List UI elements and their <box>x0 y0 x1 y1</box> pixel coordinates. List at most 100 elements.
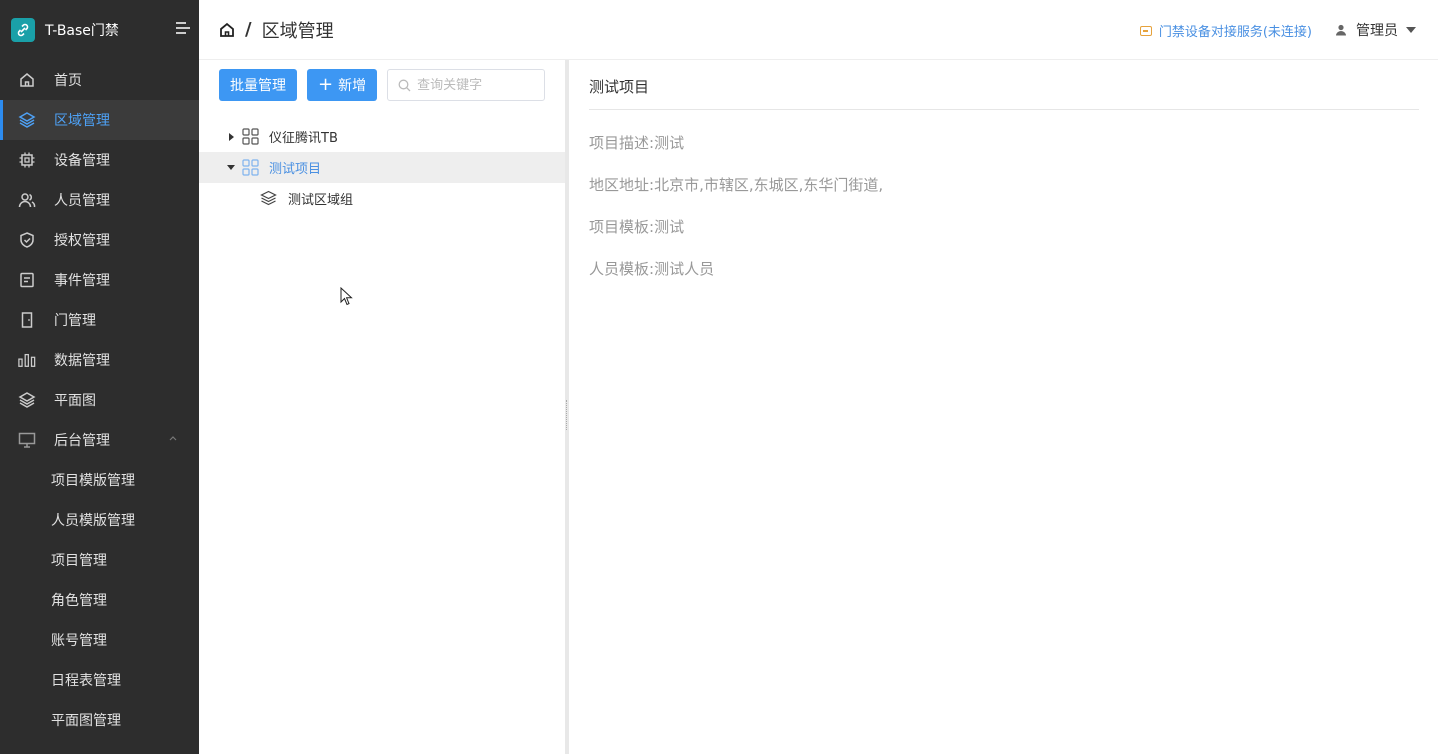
sidebar-item-label: 门管理 <box>54 313 96 329</box>
brand: T-Base门禁 <box>0 0 199 60</box>
sidebar-submenu-backend: 项目模版管理 人员模版管理 项目管理 角色管理 账号管理 日程表管理 平面图管理 <box>0 460 199 740</box>
sidebar-item-area[interactable]: 区域管理 <box>0 100 199 140</box>
top-header: / 区域管理 门禁设备对接服务(未连接) 管理员 <box>199 0 1438 60</box>
sidebar-item-schedules[interactable]: 日程表管理 <box>0 660 199 700</box>
tree-node-label: 测试区域组 <box>288 193 354 208</box>
detail-row-address: 地区地址:北京市,市辖区,东城区,东华门街道, <box>589 174 883 195</box>
sidebar-item-roles[interactable]: 角色管理 <box>0 580 199 620</box>
search-input[interactable] <box>417 77 538 93</box>
area-tree: 仪征腾讯TB 测试项目 测试区域组 <box>199 121 565 214</box>
sidebar-item-accounts[interactable]: 账号管理 <box>0 620 199 660</box>
monitor-icon <box>18 431 36 449</box>
batch-manage-label: 批量管理 <box>230 78 286 94</box>
sidebar-item-label: 角色管理 <box>51 593 107 609</box>
sidebar-item-projects[interactable]: 项目管理 <box>0 540 199 580</box>
sidebar-item-authorization[interactable]: 授权管理 <box>0 220 199 260</box>
detail-label: 项目描述: <box>589 134 655 152</box>
sidebar-menu: 首页 区域管理 设备管理 人员管理 授权管理 事件管理 门管理 数据管理 平面图… <box>0 60 199 460</box>
breadcrumb-separator: / <box>245 19 252 40</box>
detail-value: 测试 <box>654 218 685 236</box>
area-tree-panel: 批量管理 + 新增 仪征腾讯TB 测试项目 测试区域组 <box>199 60 565 754</box>
service-status-link[interactable]: 门禁设备对接服务(未连接) <box>1139 21 1312 40</box>
shield-icon <box>18 231 36 249</box>
sidebar-item-personnel-templates[interactable]: 人员模版管理 <box>0 500 199 540</box>
tree-node-selected[interactable]: 测试项目 <box>199 152 565 183</box>
sidebar-item-backend[interactable]: 后台管理 <box>0 420 199 460</box>
sidebar-item-device[interactable]: 设备管理 <box>0 140 199 180</box>
sidebar-item-label: 人员模版管理 <box>51 513 135 529</box>
tree-node[interactable]: 仪征腾讯TB <box>199 121 565 152</box>
sidebar-item-doors[interactable]: 门管理 <box>0 300 199 340</box>
sidebar-item-label: 日程表管理 <box>51 673 121 689</box>
card-icon <box>1139 25 1152 36</box>
sidebar-item-floorplan-management[interactable]: 平面图管理 <box>0 700 199 740</box>
sidebar-item-label: 人员管理 <box>54 193 110 209</box>
caret-down-icon <box>1406 27 1416 33</box>
sidebar-item-label: 平面图 <box>54 393 96 409</box>
caret-down-icon[interactable] <box>227 165 235 170</box>
search-box <box>387 69 546 101</box>
caret-right-icon[interactable] <box>229 132 234 141</box>
sidebar-item-label: 设备管理 <box>54 153 110 169</box>
sidebar-item-personnel[interactable]: 人员管理 <box>0 180 199 220</box>
bar-chart-icon <box>18 351 36 369</box>
detail-value: 北京市,市辖区,东城区,东华门街道, <box>654 176 884 194</box>
logo-icon <box>11 18 35 42</box>
detail-row-project-template: 项目模板:测试 <box>589 216 684 237</box>
page-title: 区域管理 <box>261 20 334 42</box>
tree-node-label: 测试项目 <box>269 162 322 177</box>
tree-toolbar: 批量管理 + 新增 <box>219 69 546 101</box>
plus-icon: + <box>318 74 334 95</box>
sidebar-item-events[interactable]: 事件管理 <box>0 260 199 300</box>
sidebar-item-project-templates[interactable]: 项目模版管理 <box>0 460 199 500</box>
door-icon <box>18 311 36 329</box>
grid-icon <box>242 159 259 176</box>
sidebar-item-home[interactable]: 首页 <box>0 60 199 100</box>
detail-panel: 测试项目 项目描述:测试 地区地址:北京市,市辖区,东城区,东华门街道, 项目模… <box>569 60 1438 754</box>
sidebar-item-floorplan[interactable]: 平面图 <box>0 380 199 420</box>
user-name: 管理员 <box>1356 23 1398 39</box>
app-title: T-Base门禁 <box>45 23 119 39</box>
breadcrumb: / 区域管理 <box>199 17 334 43</box>
sidebar-item-label: 项目管理 <box>51 553 107 569</box>
home-icon <box>18 71 36 89</box>
sidebar-item-label: 区域管理 <box>54 113 110 129</box>
add-button[interactable]: + 新增 <box>307 69 378 101</box>
document-icon <box>18 271 36 289</box>
home-icon[interactable] <box>219 22 235 38</box>
detail-value: 测试 <box>654 134 685 152</box>
chip-icon <box>18 151 36 169</box>
add-label: 新增 <box>338 78 367 94</box>
service-status-text: 门禁设备对接服务(未连接) <box>1158 25 1312 40</box>
detail-title: 测试项目 <box>589 78 650 96</box>
user-menu[interactable]: 管理员 <box>1335 20 1416 40</box>
layers-icon <box>18 111 36 129</box>
mouse-cursor-icon <box>340 287 353 306</box>
user-icon <box>1336 24 1346 36</box>
sidebar-item-data[interactable]: 数据管理 <box>0 340 199 380</box>
sidebar-item-label: 平面图管理 <box>51 713 121 729</box>
sidebar-item-label: 数据管理 <box>54 353 110 369</box>
sidebar-item-label: 账号管理 <box>51 633 107 649</box>
layers-icon <box>18 391 36 409</box>
chevron-up-icon <box>169 436 177 441</box>
sidebar-collapse-button[interactable] <box>176 22 192 36</box>
sidebar: T-Base门禁 首页 区域管理 设备管理 人员管理 授权管理 事件管理 门管理… <box>0 0 199 754</box>
detail-row-personnel-template: 人员模板:测试人员 <box>589 258 714 279</box>
search-icon <box>398 79 411 91</box>
sidebar-item-label: 首页 <box>54 73 82 89</box>
sidebar-item-label: 授权管理 <box>54 233 110 249</box>
users-icon <box>18 191 36 209</box>
sidebar-item-label: 事件管理 <box>54 273 110 289</box>
layers-icon <box>260 190 277 206</box>
tree-node-label: 仪征腾讯TB <box>269 131 338 146</box>
tree-node-child[interactable]: 测试区域组 <box>199 183 565 214</box>
grid-icon <box>242 128 259 145</box>
sidebar-item-label: 后台管理 <box>54 433 110 449</box>
detail-label: 项目模板: <box>589 218 655 236</box>
detail-divider <box>589 109 1419 110</box>
detail-value: 测试人员 <box>654 260 715 278</box>
detail-row-description: 项目描述:测试 <box>589 132 684 153</box>
splitter-grip[interactable] <box>566 400 568 430</box>
batch-manage-button[interactable]: 批量管理 <box>219 69 297 101</box>
